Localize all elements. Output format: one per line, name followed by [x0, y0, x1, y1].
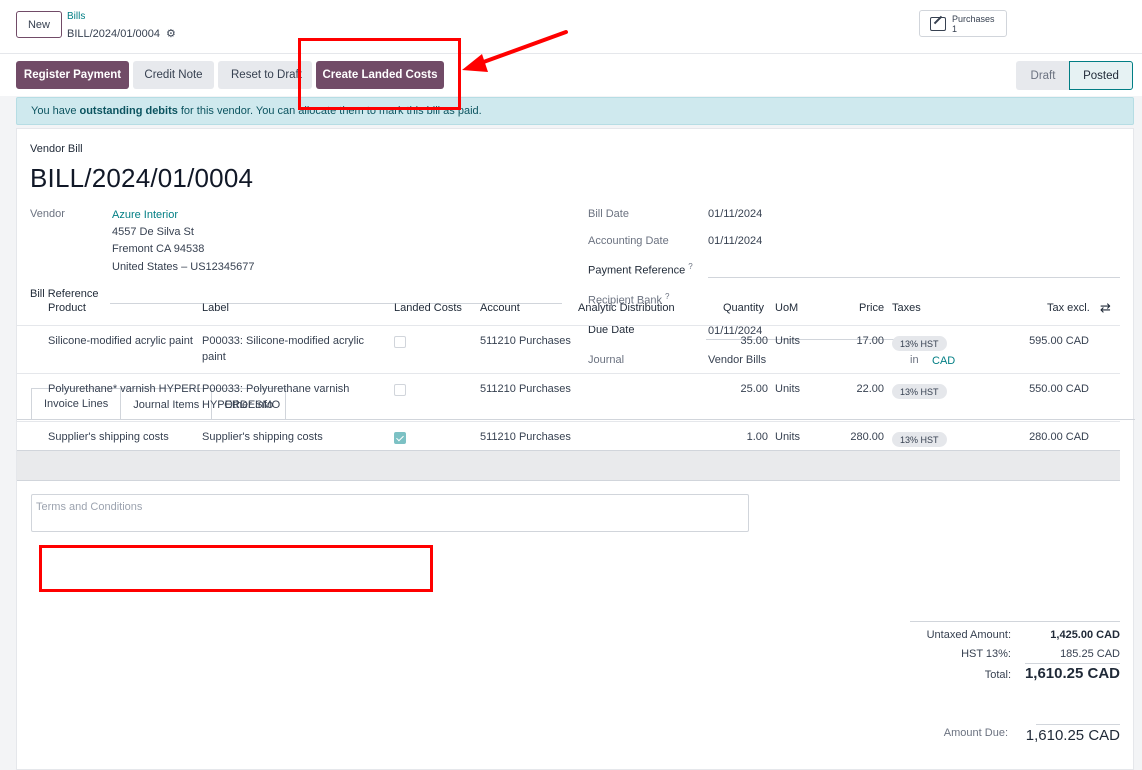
- credit-note-button[interactable]: Credit Note: [133, 61, 214, 89]
- untaxed-amount-label: Untaxed Amount:: [926, 629, 1011, 641]
- control-panel: New Bills BILL/2024/01/0004 ⚙ Purchases …: [0, 0, 1142, 54]
- row-tax-badge: 13% HST: [892, 384, 947, 399]
- amount-due-value: 1,610.25 CAD: [1025, 727, 1120, 744]
- untaxed-amount-value: 1,425.00 CAD: [1050, 629, 1120, 641]
- row-account: 511210 Purchases: [480, 335, 571, 347]
- status-draft[interactable]: Draft: [1016, 61, 1070, 90]
- document-type-label: Vendor Bill: [30, 143, 83, 155]
- breadcrumb: BILL/2024/01/0004 ⚙: [67, 27, 176, 41]
- help-icon[interactable]: ?: [688, 262, 692, 271]
- column-header-landed-costs[interactable]: Landed Costs: [394, 302, 462, 314]
- purchases-smart-button[interactable]: Purchases 1: [919, 10, 1007, 37]
- row-landed-costs-checkbox[interactable]: [394, 384, 406, 396]
- outstanding-debits-alert: You have outstanding debits for this ven…: [16, 97, 1134, 125]
- accounting-date-field[interactable]: 01/11/2024: [708, 235, 762, 247]
- table-row[interactable]: Silicone-modified acrylic paint P00033: …: [17, 325, 1120, 373]
- table-row[interactable]: Supplier's shipping costs Supplier's shi…: [17, 421, 1120, 450]
- bill-date-field[interactable]: 01/11/2024: [708, 208, 762, 220]
- row-product[interactable]: Supplier's shipping costs: [48, 429, 169, 445]
- column-header-analytic[interactable]: Analytic Distribution: [578, 302, 675, 314]
- new-button[interactable]: New: [16, 11, 62, 38]
- amount-due-divider: [1036, 724, 1120, 725]
- bill-date-label: Bill Date: [588, 208, 629, 220]
- row-label: Supplier's shipping costs: [202, 431, 323, 443]
- row-quantity: 1.00: [746, 431, 768, 443]
- page-title: BILL/2024/01/0004: [30, 163, 254, 193]
- vendor-link[interactable]: Azure Interior: [112, 209, 178, 221]
- edit-document-icon: [930, 16, 946, 31]
- hst-label: HST 13%:: [961, 648, 1011, 660]
- column-header-quantity[interactable]: Quantity: [723, 302, 764, 314]
- column-header-price[interactable]: Price: [859, 302, 884, 314]
- terms-and-conditions-input[interactable]: Terms and Conditions: [31, 494, 749, 532]
- optional-columns-icon[interactable]: ⇄: [1100, 300, 1111, 316]
- total-divider: [1025, 663, 1120, 664]
- gear-icon[interactable]: ⚙: [166, 27, 176, 40]
- column-header-taxes[interactable]: Taxes: [892, 302, 921, 314]
- row-quantity: 35.00: [740, 335, 768, 347]
- row-uom: Units: [775, 431, 801, 443]
- purchases-count: 1: [952, 23, 958, 34]
- column-header-uom[interactable]: UoM: [775, 302, 798, 314]
- vendor-address-line3: United States – US12345677: [112, 261, 255, 273]
- vendor-label: Vendor: [30, 208, 65, 220]
- row-uom: Units: [775, 383, 801, 395]
- hst-value: 185.25 CAD: [1060, 648, 1120, 660]
- totals-divider: [910, 621, 1120, 622]
- vendor-address-line1: 4557 De Silva St: [112, 226, 194, 238]
- row-account: 511210 Purchases: [480, 383, 571, 395]
- row-product[interactable]: Polyurethane* varnish HYPERD: [48, 381, 200, 397]
- column-header-account[interactable]: Account: [480, 302, 520, 314]
- table-row[interactable]: Polyurethane* varnish HYPERD P00033: Pol…: [17, 373, 1120, 421]
- row-price: 280.00: [850, 431, 884, 443]
- bill-reference-label: Bill Reference: [30, 288, 99, 300]
- purchases-label: Purchases: [952, 13, 995, 24]
- add-line-zone[interactable]: [17, 450, 1120, 481]
- alert-text-bold[interactable]: outstanding debits: [79, 105, 177, 117]
- action-bar: Register Payment Credit Note Reset to Dr…: [0, 54, 1142, 96]
- row-tax-badge: 13% HST: [892, 432, 947, 447]
- breadcrumb-bills-link[interactable]: Bills: [67, 11, 85, 22]
- row-landed-costs-checkbox[interactable]: [394, 432, 406, 444]
- column-header-product[interactable]: Product: [48, 302, 86, 314]
- row-product[interactable]: Silicone-modified acrylic paint: [48, 333, 193, 349]
- row-label: P00033: Polyurethane varnish HYPERDESMO: [202, 383, 350, 411]
- register-payment-button[interactable]: Register Payment: [16, 61, 129, 89]
- status-posted[interactable]: Posted: [1069, 61, 1133, 90]
- help-icon[interactable]: ?: [665, 292, 669, 301]
- payment-reference-label: Payment Reference?: [588, 262, 693, 277]
- vendor-address-line2: Fremont CA 94538: [112, 243, 205, 255]
- row-uom: Units: [775, 335, 801, 347]
- annotation-highlight-shipping-row: [39, 545, 433, 592]
- column-header-label[interactable]: Label: [202, 302, 229, 314]
- column-header-tax-excl[interactable]: Tax excl.: [1047, 302, 1090, 314]
- row-landed-costs-checkbox[interactable]: [394, 336, 406, 348]
- row-subtotal: 280.00 CAD: [1029, 431, 1089, 443]
- payment-reference-input[interactable]: [708, 261, 1120, 278]
- row-tax-badge: 13% HST: [892, 336, 947, 351]
- row-price: 22.00: [856, 383, 884, 395]
- total-value: 1,610.25 CAD: [1024, 665, 1120, 682]
- row-subtotal: 550.00 CAD: [1029, 383, 1089, 395]
- alert-text-prefix: You have: [31, 105, 77, 117]
- row-label: P00033: Silicone-modified acrylic paint: [202, 335, 365, 363]
- annotation-highlight-create-landed-costs: [298, 38, 461, 110]
- row-subtotal: 595.00 CAD: [1029, 335, 1089, 347]
- row-account: 511210 Purchases: [480, 431, 571, 443]
- row-price: 17.00: [856, 335, 884, 347]
- accounting-date-label: Accounting Date: [588, 235, 669, 247]
- row-quantity: 25.00: [740, 383, 768, 395]
- status-bar: Draft Posted: [1016, 61, 1133, 90]
- breadcrumb-current: BILL/2024/01/0004: [67, 27, 160, 40]
- form-sheet: Vendor Bill BILL/2024/01/0004 Vendor Azu…: [16, 128, 1135, 770]
